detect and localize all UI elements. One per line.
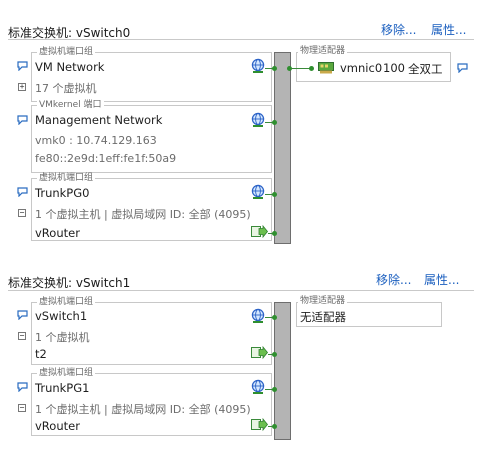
- vm-name: vRouter: [35, 226, 80, 240]
- expand-collapse-icon[interactable]: −: [18, 404, 26, 412]
- vlan-detail: 1 个虚拟主机 | 虚拟局域网 ID: 全部 (4095): [35, 208, 251, 221]
- vmkernel-ipv4: vmk0 : 10.74.129.163: [35, 134, 157, 147]
- port-group-name: vSwitch1: [35, 309, 88, 323]
- vswitch1-title: 标准交换机: vSwitch1: [8, 276, 131, 290]
- vm-name: t2: [35, 347, 47, 361]
- expand-collapse-icon[interactable]: +: [18, 83, 26, 91]
- vswitch1-divider: [8, 290, 474, 291]
- no-adapter-text: 无适配器: [300, 310, 346, 324]
- vswitch0-properties-link[interactable]: 属性...: [431, 21, 466, 38]
- port-dot: [272, 231, 277, 236]
- vm-count: 1 个虚拟机: [35, 331, 90, 344]
- adapter-speed: 100: [383, 61, 405, 75]
- vswitch0-spine: [274, 52, 291, 244]
- port-dot: [272, 387, 277, 392]
- speech-bubble-icon[interactable]: [17, 187, 28, 197]
- port-group-type-label: 虚拟机端口组: [37, 297, 96, 307]
- port-dot: [272, 66, 277, 71]
- physical-adapter-label: 物理适配器: [298, 46, 348, 56]
- vm-count: 17 个虚拟机: [35, 82, 97, 95]
- speech-bubble-icon[interactable]: [17, 382, 28, 392]
- network-globe-icon[interactable]: [251, 112, 265, 128]
- port-group-type-label: 虚拟机端口组: [37, 173, 96, 183]
- vm-name: vRouter: [35, 419, 80, 433]
- vm-adapter-icon[interactable]: [251, 346, 268, 360]
- physical-adapter-label: 物理适配器: [298, 296, 348, 306]
- vswitch0-divider: [8, 39, 474, 40]
- adapter-duplex: 全双工: [408, 62, 443, 76]
- port-dot: [272, 424, 277, 429]
- port-group-type-label: VMkernel 端口: [37, 100, 104, 110]
- speech-bubble-icon[interactable]: [17, 115, 28, 125]
- vm-adapter-icon[interactable]: [251, 225, 268, 239]
- port-group-name: Management Network: [35, 113, 163, 127]
- vlan-detail: 1 个虚拟主机 | 虚拟局域网 ID: 全部 (4095): [35, 403, 251, 416]
- nic-card-icon: [318, 62, 334, 74]
- expand-collapse-icon[interactable]: −: [18, 332, 26, 340]
- speech-bubble-icon[interactable]: [17, 61, 28, 71]
- vswitch1-properties-link[interactable]: 属性...: [424, 271, 459, 288]
- network-globe-icon[interactable]: [251, 308, 265, 324]
- network-globe-icon[interactable]: [251, 184, 265, 200]
- port-dot: [309, 66, 314, 71]
- port-dot: [272, 352, 277, 357]
- vmkernel-ipv6: fe80::2e9d:1eff:fe1f:50a9: [35, 152, 177, 165]
- port-dot: [272, 120, 277, 125]
- speech-bubble-icon[interactable]: [17, 310, 28, 320]
- network-globe-icon[interactable]: [251, 58, 265, 74]
- speech-bubble-icon[interactable]: [457, 63, 468, 73]
- port-group-name: VM Network: [35, 60, 105, 74]
- vswitch1-remove-link[interactable]: 移除...: [376, 271, 411, 288]
- port-group-name: TrunkPG0: [35, 186, 90, 200]
- vswitch1-spine: [274, 302, 291, 440]
- port-group-name: TrunkPG1: [35, 381, 90, 395]
- port-group-type-label: 虚拟机端口组: [37, 368, 96, 378]
- port-dot: [272, 315, 277, 320]
- port-group-type-label: 虚拟机端口组: [37, 47, 96, 57]
- expand-collapse-icon[interactable]: −: [18, 209, 26, 217]
- adapter-name: vmnic0: [340, 61, 383, 75]
- vswitch0-remove-link[interactable]: 移除...: [381, 21, 416, 38]
- port-dot: [272, 192, 277, 197]
- uplink-line: [291, 68, 311, 69]
- network-globe-icon[interactable]: [251, 379, 265, 395]
- vm-adapter-icon[interactable]: [251, 418, 268, 432]
